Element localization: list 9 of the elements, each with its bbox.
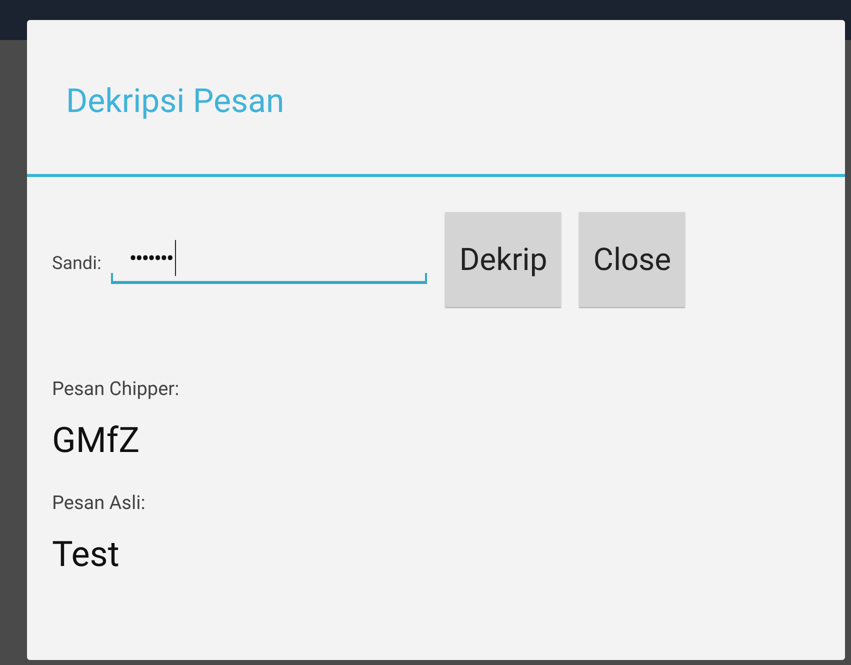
output-label: Pesan Asli:: [52, 491, 146, 514]
dialog-title: Dekripsi Pesan: [65, 80, 286, 122]
output-value: Test: [52, 534, 120, 575]
action-button[interactable]: Dekrip: [445, 212, 562, 307]
output-label: Pesan Chipper:: [52, 377, 180, 400]
password-field[interactable]: •••••••: [111, 236, 428, 284]
output-value: GMfZ: [52, 420, 141, 461]
password-label: Sandi:: [52, 253, 102, 274]
action-button[interactable]: Close: [579, 212, 686, 307]
